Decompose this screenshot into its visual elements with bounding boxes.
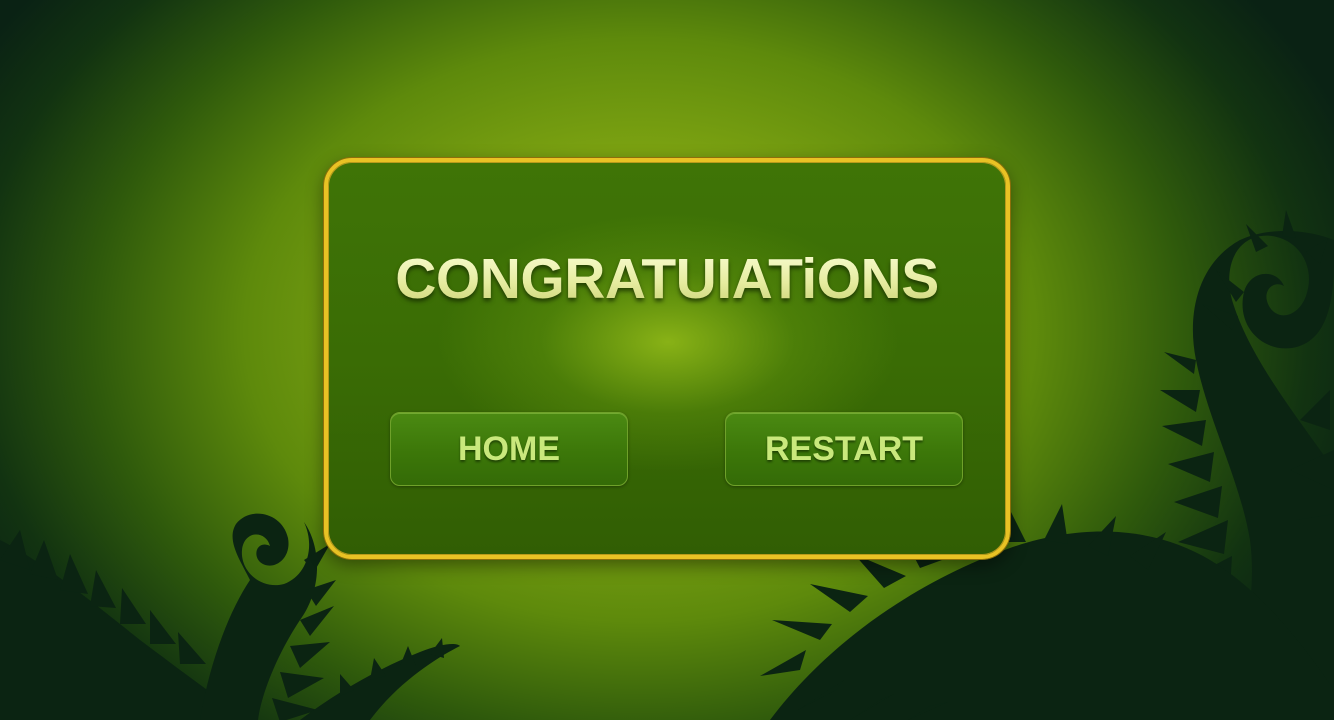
dialog-title: CONGRATUIATiONS (328, 246, 1006, 312)
congratulations-dialog: CONGRATUIATiONS HOME RESTART (324, 158, 1010, 559)
restart-button[interactable]: RESTART (725, 412, 963, 486)
restart-button-label: RESTART (764, 429, 924, 468)
home-button[interactable]: HOME (390, 412, 628, 486)
right-frond-icon (770, 531, 1334, 720)
game-scene: CONGRATUIATiONS HOME RESTART (0, 0, 1334, 720)
home-button-label: HOME (458, 429, 560, 468)
